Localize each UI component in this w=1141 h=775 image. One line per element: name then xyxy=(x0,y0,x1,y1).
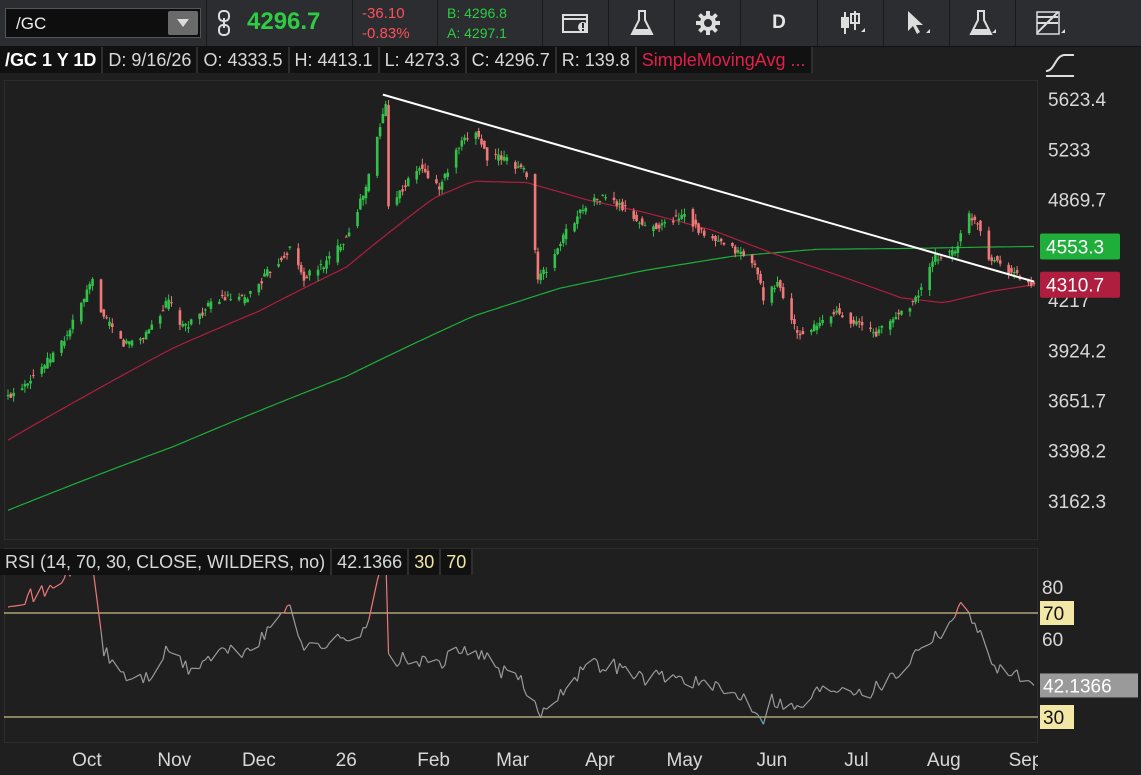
date-label: D: 9/16/26 xyxy=(103,47,199,73)
candle xyxy=(367,173,371,193)
study-label[interactable]: SimpleMovingAvg ... xyxy=(636,47,813,73)
time-tick-label: Mar xyxy=(496,750,529,771)
svg-text:70: 70 xyxy=(1043,604,1064,625)
symbol-text: /GC xyxy=(16,14,47,33)
rsi-study-label[interactable]: RSI (14, 70, 30, CLOSE, WILDERS, no) xyxy=(0,549,333,575)
symbol-input[interactable]: /GC xyxy=(5,8,201,38)
time-tick-label: Nov xyxy=(157,750,191,771)
rsi-line-segment xyxy=(915,649,919,651)
candle xyxy=(987,226,991,262)
time-axis: Oct Nov Dec 26 Feb Mar Apr May Jun Jul Aug Sep xyxy=(72,750,1038,771)
candlestick-style-icon[interactable] xyxy=(817,0,883,46)
rsi-line-segment xyxy=(357,636,361,639)
time-tick-label: Aug xyxy=(927,750,961,771)
candle xyxy=(51,351,55,363)
link-icon[interactable] xyxy=(206,0,240,46)
rsi-value-badge: 42.1366 xyxy=(1040,673,1138,698)
close-label: C: 4296.7 xyxy=(466,47,557,73)
high-label: H: 4413.1 xyxy=(289,47,380,73)
time-tick-label: Feb xyxy=(417,750,450,771)
candle xyxy=(387,99,390,210)
candle xyxy=(573,221,576,233)
candle xyxy=(483,140,486,150)
candle xyxy=(375,136,379,179)
candle xyxy=(356,209,359,229)
rsi-info-bar: RSI (14, 70, 30, CLOSE, WILDERS, no) 42.… xyxy=(0,548,474,576)
price-tick-label: 3651.7 xyxy=(1048,391,1106,412)
candle xyxy=(654,222,658,230)
range-label: R: 139.8 xyxy=(556,47,637,73)
candle xyxy=(119,330,123,339)
candle xyxy=(122,338,125,347)
candle xyxy=(79,301,83,325)
price-tick-label: 4869.7 xyxy=(1048,191,1106,212)
drawing-tool-icon[interactable] xyxy=(1043,49,1077,79)
net-change: -36.10 xyxy=(362,5,405,22)
rsi-line-segment xyxy=(422,655,426,658)
aggregation-label: D xyxy=(772,12,786,33)
open-label: O: 4333.5 xyxy=(198,47,290,73)
gear-icon[interactable] xyxy=(674,0,740,46)
svg-text:4310.7: 4310.7 xyxy=(1046,276,1104,297)
bid-price: B: 4296.8 xyxy=(447,5,507,21)
symbol-period-label[interactable]: /GC 1 Y 1D xyxy=(0,47,104,73)
chart-info-bar: /GC 1 Y 1D D: 9/16/26 O: 4333.5 H: 4413.… xyxy=(0,46,1010,74)
drawings-icon[interactable] xyxy=(1015,0,1085,46)
top-toolbar: /GC 4296.7 -36.10 -0.83% B: 4296.8 A: 42… xyxy=(0,0,1141,47)
rsi-line-segment xyxy=(495,666,499,669)
low-label: L: 4273.3 xyxy=(379,47,467,73)
time-tick-label: Jun xyxy=(757,750,788,771)
rsi-level-badge: 70 xyxy=(1040,601,1074,625)
candle xyxy=(967,210,971,236)
percent-change: -0.83% xyxy=(362,25,410,42)
price-chart[interactable] xyxy=(4,80,1038,540)
time-tick-label: Sep xyxy=(1009,750,1038,771)
price-tick-label: 5233 xyxy=(1048,140,1090,161)
aggregation-button[interactable]: D xyxy=(740,0,817,46)
rsi-lower-level-label: 30 xyxy=(409,549,442,575)
price-axis: 5623.452334869.742173924.23651.73398.231… xyxy=(1040,90,1120,513)
time-tick-label: 26 xyxy=(336,750,357,771)
price-tick-label: 5623.4 xyxy=(1048,90,1107,111)
rsi-line-segment xyxy=(7,605,11,608)
time-tick-label: May xyxy=(667,750,703,771)
rsi-line-segment xyxy=(309,642,319,645)
rsi-level-badge: 30 xyxy=(1040,705,1074,729)
candle xyxy=(99,278,103,313)
price-tick-label: 3398.2 xyxy=(1048,442,1106,463)
rsi-value-label: 42.1366 xyxy=(332,549,410,575)
rsi-line-segment xyxy=(732,691,736,694)
time-tick-label: Dec xyxy=(242,750,276,771)
rsi-tick-label: 80 xyxy=(1042,578,1063,599)
cursor-icon[interactable] xyxy=(883,0,949,46)
ask-price: A: 4297.1 xyxy=(447,25,507,41)
news-icon[interactable] xyxy=(542,0,608,46)
svg-text:30: 30 xyxy=(1043,708,1064,729)
time-tick-label: Apr xyxy=(585,750,615,771)
rsi-line-segment xyxy=(129,678,133,681)
svg-text:42.1366: 42.1366 xyxy=(1043,676,1112,697)
time-tick-label: Jul xyxy=(844,750,868,771)
flask-icon[interactable] xyxy=(608,0,674,46)
rsi-line-segment xyxy=(21,603,26,606)
rsi-line-segment xyxy=(830,690,834,693)
price-tick-label: 3162.3 xyxy=(1048,492,1106,513)
candle xyxy=(770,285,774,306)
symbol-dropdown-button[interactable] xyxy=(168,11,198,35)
rsi-axis: 80 60 70 30 42.1366 xyxy=(1040,578,1138,729)
candle xyxy=(536,247,540,284)
svg-text:4553.3: 4553.3 xyxy=(1046,237,1104,258)
last-price: 4296.7 xyxy=(247,8,321,35)
price-badge: 4553.3 xyxy=(1040,233,1120,260)
rsi-chart[interactable] xyxy=(4,548,1038,743)
price-tick-label: 3924.2 xyxy=(1048,341,1106,362)
time-tick-label: Oct xyxy=(72,750,102,771)
rsi-upper-level-label: 70 xyxy=(441,549,474,575)
candle xyxy=(533,173,537,254)
studies-icon[interactable] xyxy=(949,0,1015,46)
price-badge: 4310.7 xyxy=(1040,271,1120,298)
rsi-tick-label: 60 xyxy=(1042,630,1063,651)
